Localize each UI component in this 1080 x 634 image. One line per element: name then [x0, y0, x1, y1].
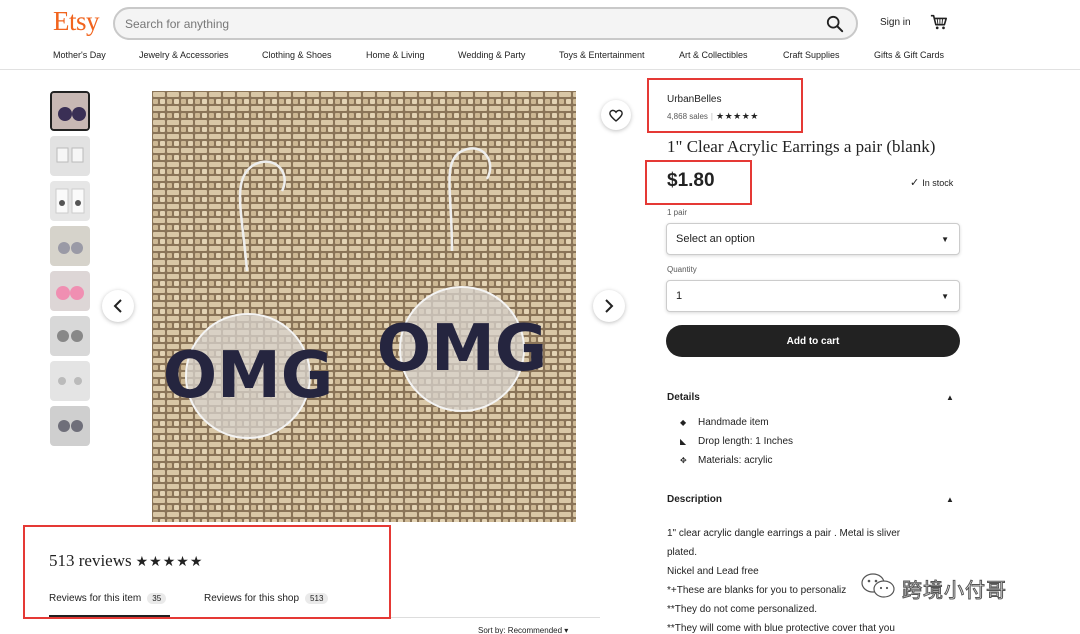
- detail-item: ✥ Materials: acrylic: [680, 455, 773, 466]
- category-nav: Mother's Day Jewelry & Accessories Cloth…: [0, 50, 1080, 70]
- search-input[interactable]: [125, 9, 815, 38]
- variant-select-value: Select an option: [676, 233, 755, 245]
- description-line: *+These are blanks for you to personaliz: [667, 585, 847, 596]
- thumbnail-image[interactable]: [50, 91, 90, 131]
- add-to-cart-button[interactable]: Add to cart: [666, 325, 960, 357]
- chevron-up-icon[interactable]: ▲: [946, 393, 954, 402]
- category-link[interactable]: Wedding & Party: [458, 50, 525, 60]
- monogram-text: OMG: [163, 339, 334, 413]
- watermark: 跨境小付哥: [860, 572, 1060, 603]
- category-link[interactable]: Jewelry & Accessories: [139, 50, 229, 60]
- quantity-select[interactable]: 1 ▼: [666, 280, 960, 312]
- favorite-button[interactable]: [601, 100, 631, 130]
- stock-status: ✓ In stock: [910, 177, 954, 189]
- prev-image-button[interactable]: [102, 290, 134, 322]
- quantity-label: Quantity: [667, 265, 697, 274]
- wechat-icon: [861, 573, 895, 598]
- chevron-left-icon: [113, 299, 122, 313]
- detail-item: ◆ Handmade item: [680, 417, 769, 428]
- category-link[interactable]: Craft Supplies: [783, 50, 840, 60]
- category-link[interactable]: Toys & Entertainment: [559, 50, 645, 60]
- category-link[interactable]: Clothing & Shoes: [262, 50, 332, 60]
- listing-title: 1" Clear Acrylic Earrings a pair (blank): [667, 137, 936, 156]
- thumbnail-image[interactable]: [50, 316, 90, 356]
- description-line: plated.: [667, 547, 698, 558]
- variant-select[interactable]: Select an option ▼: [666, 223, 960, 255]
- thumbnail-image[interactable]: [50, 271, 90, 311]
- sort-dropdown[interactable]: Sort by: Recommended ▾: [478, 626, 568, 634]
- thumbnail-image[interactable]: [50, 136, 90, 176]
- annotation-box-reviews: [23, 525, 391, 619]
- etsy-logo[interactable]: Etsy: [53, 6, 100, 37]
- heart-icon: [609, 109, 623, 122]
- variant-label: 1 pair: [667, 208, 688, 217]
- details-heading[interactable]: Details: [667, 392, 700, 403]
- category-link[interactable]: Home & Living: [366, 50, 425, 60]
- search-bar[interactable]: [113, 7, 858, 40]
- category-link[interactable]: Mother's Day: [53, 50, 106, 60]
- detail-item: ◣ Drop length: 1 Inches: [680, 436, 794, 447]
- main-product-image: OMG OMG: [152, 91, 576, 522]
- thumbnail-image[interactable]: [50, 226, 90, 266]
- description-line: 1" clear acrylic dangle earrings a pair …: [667, 528, 901, 539]
- description-heading[interactable]: Description: [667, 494, 722, 505]
- category-link[interactable]: Art & Collectibles: [679, 50, 748, 60]
- description-line: **They do not come personalized.: [667, 604, 818, 615]
- cart-icon[interactable]: [930, 13, 948, 31]
- chevron-right-icon: [605, 299, 614, 313]
- search-icon[interactable]: [826, 15, 844, 33]
- check-icon: ✓: [910, 177, 920, 189]
- thumbnail-image[interactable]: [50, 406, 90, 446]
- caret-down-icon: ▼: [941, 292, 949, 301]
- annotation-box-price: [645, 160, 752, 205]
- sign-in-link[interactable]: Sign in: [880, 17, 911, 28]
- header-divider: [0, 69, 1080, 70]
- thumbnail-image[interactable]: [50, 361, 90, 401]
- chevron-up-icon[interactable]: ▲: [946, 495, 954, 504]
- tag-icon: ◆: [680, 418, 687, 427]
- ruler-icon: ◣: [680, 437, 687, 446]
- thumbnail-image[interactable]: [50, 181, 90, 221]
- monogram-text: OMG: [377, 312, 548, 386]
- caret-down-icon: ▼: [941, 235, 949, 244]
- next-image-button[interactable]: [593, 290, 625, 322]
- description-line: **They will come with blue protective co…: [667, 623, 895, 634]
- category-link[interactable]: Gifts & Gift Cards: [874, 50, 944, 60]
- annotation-box-shop: [647, 78, 803, 133]
- description-line: Nickel and Lead free: [667, 566, 759, 577]
- materials-icon: ✥: [680, 456, 687, 465]
- quantity-select-value: 1: [676, 290, 683, 302]
